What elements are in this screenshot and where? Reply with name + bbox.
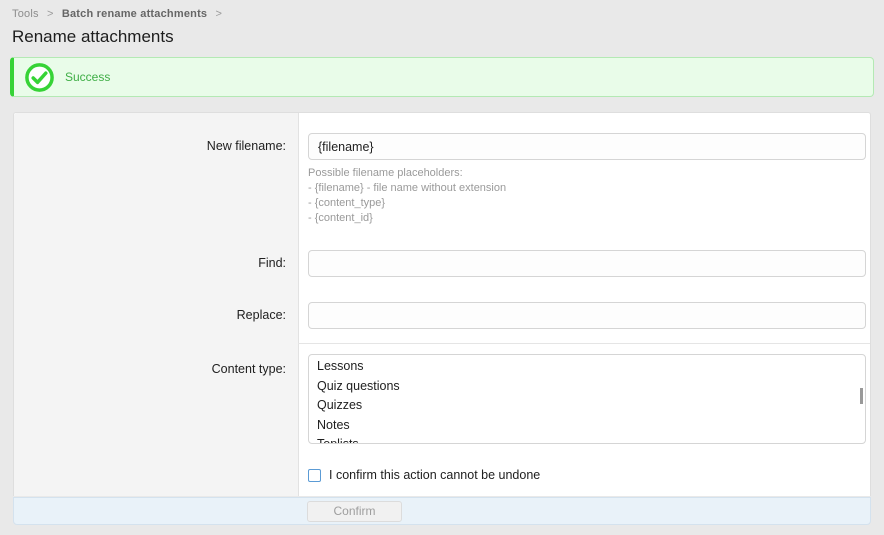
listbox-scrollbar-thumb[interactable] [860,388,863,404]
content-type-option-quizzes[interactable]: Quizzes [309,396,865,416]
help-line: - {filename} - file name without extensi… [308,181,866,195]
breadcrumb: Tools > Batch rename attachments > [12,8,872,20]
alert-message: Success [65,70,110,84]
new-filename-row: New filename: [14,133,870,160]
content-type-row: Content type: Lessons Quiz questions Qui… [14,354,870,444]
page-title: Rename attachments [12,27,872,47]
filename-placeholders-help: Possible filename placeholders: - {filen… [298,166,870,226]
content-type-option-lessons[interactable]: Lessons [309,357,865,377]
content-type-option-toplists[interactable]: Toplists [309,435,865,444]
confirm-checkbox-row: I confirm this action cannot be undone [14,468,870,482]
content-type-listbox[interactable]: Lessons Quiz questions Quizzes Notes Top… [308,354,866,444]
confirm-button[interactable]: Confirm [307,501,402,522]
replace-input[interactable] [308,302,866,329]
form-panel: New filename: Possible filename placehol… [13,112,871,496]
find-row: Find: [14,250,870,277]
section-divider [298,343,870,344]
confirm-checkbox[interactable] [308,469,321,482]
help-line: - {content_type} [308,196,866,210]
success-alert: Success [10,57,874,97]
confirm-checkbox-label: I confirm this action cannot be undone [329,468,540,482]
breadcrumb-separator: > [216,8,223,20]
page-header: Tools > Batch rename attachments > Renam… [0,0,884,47]
new-filename-input[interactable] [308,133,866,160]
replace-row: Replace: [14,302,870,329]
content-type-option-quiz-questions[interactable]: Quiz questions [309,377,865,397]
new-filename-label: New filename: [14,133,298,160]
breadcrumb-batch-rename-attachments[interactable]: Batch rename attachments [62,8,207,20]
find-label: Find: [14,250,298,277]
filename-help-row: Possible filename placeholders: - {filen… [14,160,870,226]
breadcrumb-tools[interactable]: Tools [12,8,39,20]
help-line: Possible filename placeholders: [308,166,866,180]
breadcrumb-separator: > [47,8,54,20]
form-footer: Confirm [13,497,871,525]
help-line: - {content_id} [308,211,866,225]
content-type-option-notes[interactable]: Notes [309,416,865,436]
replace-label: Replace: [14,302,298,329]
check-circle-icon [24,62,55,93]
find-input[interactable] [308,250,866,277]
content-type-label: Content type: [14,354,298,444]
